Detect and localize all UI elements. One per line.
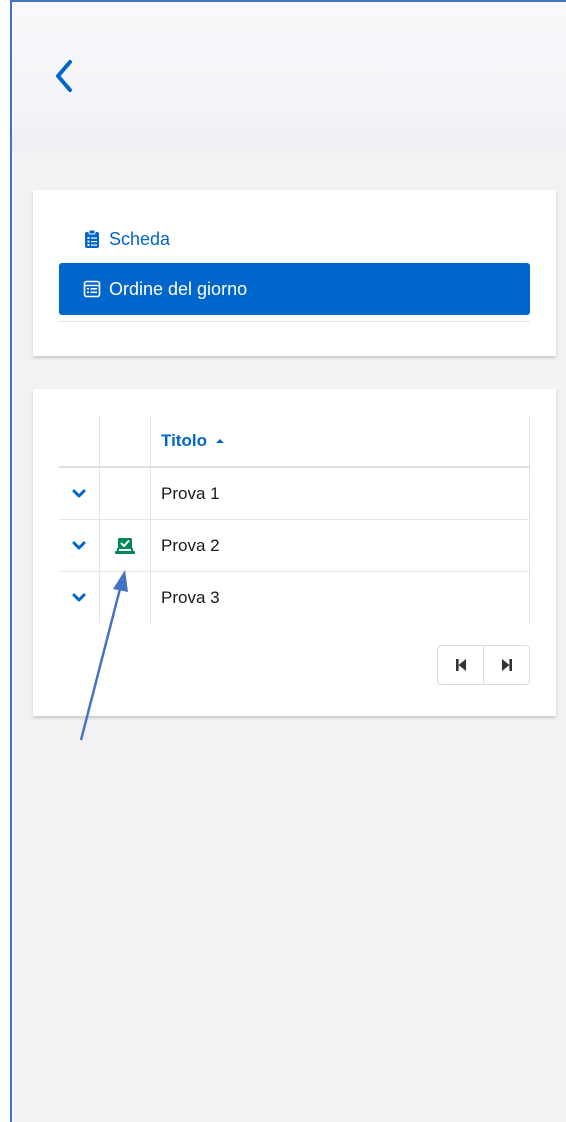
pagination (437, 645, 530, 685)
table-row: Prova 2 (59, 520, 530, 572)
chevron-down-icon (72, 489, 86, 497)
sort-ascending-icon (215, 432, 225, 450)
chevron-left-icon (56, 60, 72, 92)
skip-last-icon (501, 659, 512, 671)
first-page-button[interactable] (438, 646, 483, 684)
status-cell (99, 520, 150, 571)
nav-item-label: Ordine del giorno (109, 278, 248, 299)
title-cell: Prova 1 (150, 468, 530, 519)
skip-first-icon (455, 659, 466, 671)
column-header-titolo[interactable]: Titolo (161, 431, 207, 451)
expand-row-button[interactable] (59, 520, 99, 571)
agenda-icon (83, 280, 101, 298)
app-frame: Scheda Ordine del giorno Titolo Prova 1 … (10, 0, 566, 1122)
status-cell (99, 572, 150, 623)
table-row: Prova 3 (59, 572, 530, 623)
header-cell-expand (59, 416, 99, 466)
chevron-down-icon (72, 541, 86, 549)
header-cell-status (99, 416, 150, 466)
navigation-card: Scheda Ordine del giorno (33, 190, 556, 356)
agenda-table-card: Titolo Prova 1 Prova 2 Prova 3 (33, 389, 556, 716)
nav-item-ordine-del-giorno[interactable]: Ordine del giorno (59, 263, 530, 315)
chevron-down-icon (72, 593, 86, 601)
top-bar (12, 2, 566, 152)
row-title: Prova 2 (161, 535, 220, 555)
clipboard-list-icon (83, 230, 101, 248)
last-page-button[interactable] (483, 646, 529, 684)
title-cell: Prova 2 (150, 520, 530, 571)
nav-item-scheda[interactable]: Scheda (59, 213, 530, 265)
row-title: Prova 1 (161, 483, 220, 503)
expand-row-button[interactable] (59, 468, 99, 519)
divider (59, 321, 530, 322)
back-button[interactable] (50, 56, 82, 96)
voting-box-check-icon (115, 537, 135, 554)
table-header-row: Titolo (59, 416, 530, 468)
title-cell: Prova 3 (150, 572, 530, 623)
status-cell (99, 468, 150, 519)
nav-item-label: Scheda (109, 228, 171, 249)
header-cell-titolo[interactable]: Titolo (150, 416, 530, 466)
row-title: Prova 3 (161, 587, 220, 607)
agenda-table: Titolo Prova 1 Prova 2 Prova 3 (59, 416, 530, 623)
expand-row-button[interactable] (59, 572, 99, 623)
table-row: Prova 1 (59, 468, 530, 520)
